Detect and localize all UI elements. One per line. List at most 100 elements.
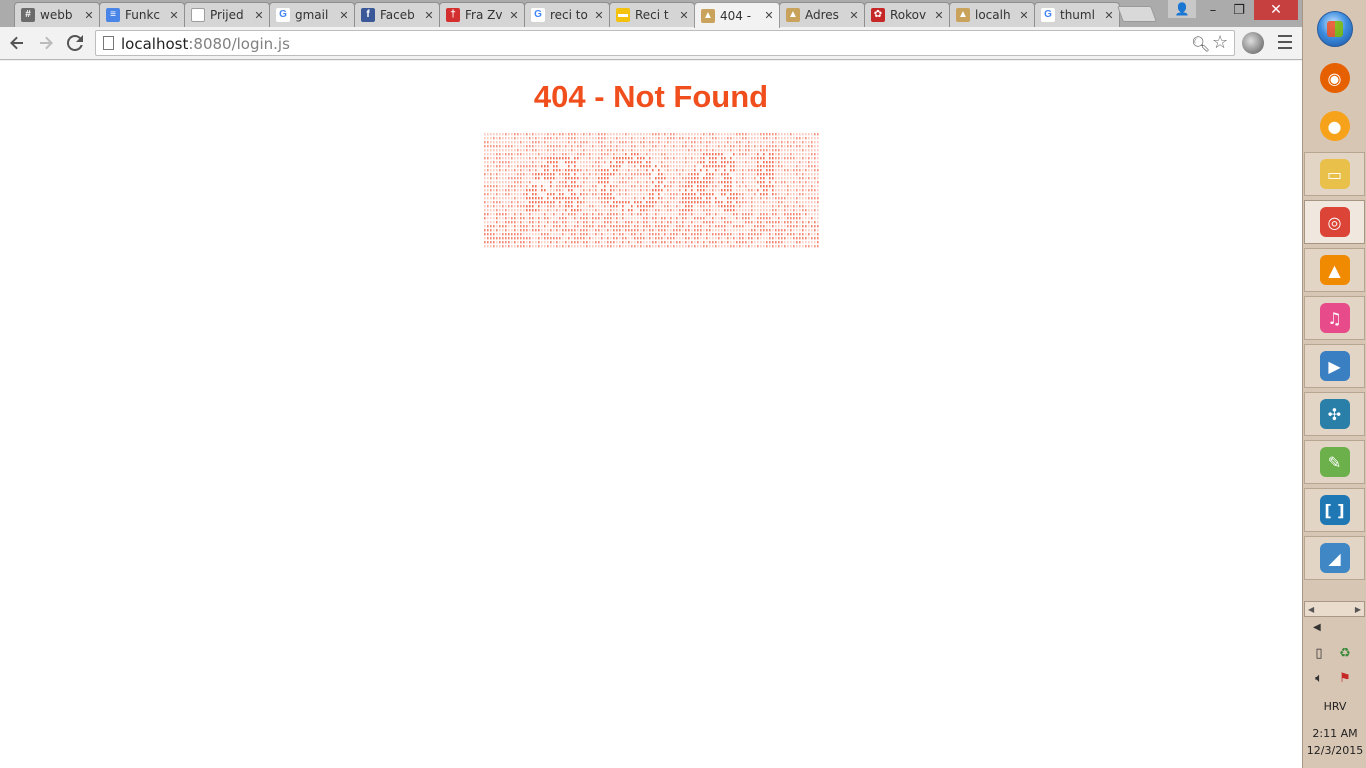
clock-time[interactable]: 2:11 AM — [1303, 727, 1366, 740]
vlc-icon: ▲ — [1319, 255, 1350, 285]
tab-close-icon[interactable]: ✕ — [933, 9, 945, 22]
google-icon: G — [531, 8, 545, 22]
taskbar-app-tree[interactable]: ✣ — [1304, 392, 1365, 436]
taskbar-firefox[interactable]: ◉ — [1304, 56, 1365, 100]
tree-app-icon: ✣ — [1319, 399, 1350, 429]
google-icon: G — [276, 8, 290, 22]
taskbar-brackets[interactable]: [ ] — [1304, 488, 1365, 532]
network-icon: ✿ — [871, 8, 885, 22]
browser-tab[interactable]: ✿ Rokov ✕ — [864, 2, 950, 27]
taskbar-scroll[interactable]: ◀ ▶ — [1304, 601, 1365, 617]
tab-close-icon[interactable]: ✕ — [253, 9, 265, 22]
taskbar-vlc[interactable]: ▲ — [1304, 248, 1365, 292]
google-icon: G — [1041, 8, 1055, 22]
browser-tab[interactable]: Greci to ✕ — [524, 2, 610, 27]
input-language[interactable]: HRV — [1303, 700, 1366, 713]
browser-tab[interactable]: Gthuml ✕ — [1034, 2, 1120, 27]
action-center-icon[interactable]: ▯ — [1311, 645, 1327, 661]
volume-icon[interactable]: 🔈︎ — [1311, 670, 1327, 686]
zoom-icon[interactable]: 🔍︎ — [1191, 35, 1210, 53]
folder-icon: ▭ — [1319, 159, 1350, 189]
notepad-plus-icon: ✎ — [1319, 447, 1350, 477]
chrome-menu-icon[interactable] — [1278, 35, 1292, 49]
page-icon — [191, 8, 205, 22]
tab-title: Fra Zv — [465, 8, 503, 22]
tab-title: Rokov — [890, 8, 927, 22]
tab-title: localh — [975, 8, 1011, 22]
browser-toolbar: localhost:8080/login.js 🔍︎ ☆ — [0, 27, 1302, 60]
url-host: localhost — [121, 35, 189, 53]
tab-title: Funkc — [125, 8, 161, 22]
browser-tab[interactable]: ▲ Adres ✕ — [779, 2, 865, 27]
extension-icon[interactable] — [1242, 32, 1264, 54]
profile-icon: 👤 — [1174, 2, 1190, 16]
taskbar-notepad-plus[interactable]: ✎ — [1304, 440, 1365, 484]
tab-close-icon[interactable]: ✕ — [848, 9, 860, 22]
media-player-icon: ▶ — [1319, 351, 1350, 381]
forward-arrow-icon — [40, 36, 53, 50]
maximize-button[interactable]: ❐ — [1226, 0, 1252, 20]
network-disconnected-icon[interactable]: ⚑ — [1337, 670, 1353, 686]
mysql-installer-icon: ◢ — [1319, 543, 1350, 573]
taskbar-media-player[interactable]: ▶ — [1304, 344, 1365, 388]
reload-button[interactable] — [63, 32, 87, 54]
tab-close-icon[interactable]: ✕ — [83, 9, 95, 22]
taskbar-chrome[interactable]: ◎ — [1304, 200, 1365, 244]
browser-tab[interactable]: † Fra Zv ✕ — [439, 2, 525, 27]
tab-close-icon[interactable]: ✕ — [168, 9, 180, 22]
reload-icon — [67, 35, 83, 51]
url-text[interactable]: localhost:8080/login.js — [121, 35, 290, 53]
tab-close-icon[interactable]: ✕ — [763, 9, 775, 22]
browser-tab[interactable]: f Faceb ✕ — [354, 2, 440, 27]
back-button[interactable] — [5, 32, 29, 54]
firefox-icon: ◉ — [1319, 63, 1350, 93]
tab-title: Faceb — [380, 8, 415, 22]
forward-button[interactable] — [34, 32, 58, 54]
new-tab-button[interactable] — [1117, 6, 1157, 22]
taskbar-gom-player[interactable]: ● — [1304, 104, 1365, 148]
clock-date[interactable]: 12/3/2015 — [1303, 744, 1366, 757]
back-arrow-icon — [10, 36, 23, 50]
tab-title: Adres — [805, 8, 839, 22]
taskbar-file-explorer[interactable]: ▭ — [1304, 152, 1365, 196]
image-icon: ▲ — [701, 8, 715, 23]
page-title: 404 - Not Found — [533, 79, 769, 114]
page-icon — [103, 36, 114, 50]
sync-icon[interactable]: ♻ — [1337, 645, 1353, 661]
tab-title: Prijed — [210, 8, 244, 22]
docs-icon: ≡ — [106, 8, 120, 22]
browser-tab[interactable]: # webb ✕ — [14, 2, 100, 27]
image-icon: ▲ — [786, 8, 800, 22]
browser-tab[interactable]: ▲ 404 - ✕ — [694, 2, 780, 28]
show-hidden-icons-button[interactable]: ◀ — [1313, 622, 1321, 633]
ascii-404-image — [484, 133, 819, 248]
browser-window: # webb ✕ ≡ Funkc ✕ Prijed ✕ Ggmail ✕ f Faceb ✕ † Fra Z… — [0, 0, 1302, 61]
address-bar[interactable]: localhost:8080/login.js 🔍︎ ☆ — [95, 30, 1235, 56]
brackets-icon: [ ] — [1319, 495, 1350, 525]
tab-close-icon[interactable]: ✕ — [508, 9, 520, 22]
close-window-button[interactable]: ✕ — [1254, 0, 1298, 20]
browser-tab[interactable]: Prijed ✕ — [184, 2, 270, 27]
page-content: 404 - Not Found — [0, 61, 1302, 768]
tab-close-icon[interactable]: ✕ — [1018, 9, 1030, 22]
tab-title: webb — [40, 8, 73, 22]
browser-tab[interactable]: Ggmail ✕ — [269, 2, 355, 27]
windows-logo-icon — [1317, 11, 1353, 47]
taskbar-itunes[interactable]: ♫ — [1304, 296, 1365, 340]
scroll-right-icon: ▶ — [1354, 604, 1361, 614]
url-path: :8080/login.js — [188, 35, 290, 53]
minimize-button[interactable]: – — [1200, 0, 1226, 20]
tab-close-icon[interactable]: ✕ — [338, 9, 350, 22]
profile-button[interactable]: 👤 — [1168, 0, 1196, 18]
tab-close-icon[interactable]: ✕ — [593, 9, 605, 22]
hash-icon: # — [21, 8, 35, 22]
tab-close-icon[interactable]: ✕ — [1103, 9, 1115, 22]
start-button[interactable] — [1311, 8, 1359, 50]
browser-tab[interactable]: ▬ Reci t ✕ — [609, 2, 695, 27]
tab-close-icon[interactable]: ✕ — [423, 9, 435, 22]
taskbar-mysql-installer[interactable]: ◢ — [1304, 536, 1365, 580]
tab-close-icon[interactable]: ✕ — [678, 9, 690, 22]
bookmark-star-icon[interactable]: ☆ — [1212, 32, 1228, 53]
browser-tab[interactable]: ≡ Funkc ✕ — [99, 2, 185, 27]
browser-tab[interactable]: ▲ localh ✕ — [949, 2, 1035, 27]
